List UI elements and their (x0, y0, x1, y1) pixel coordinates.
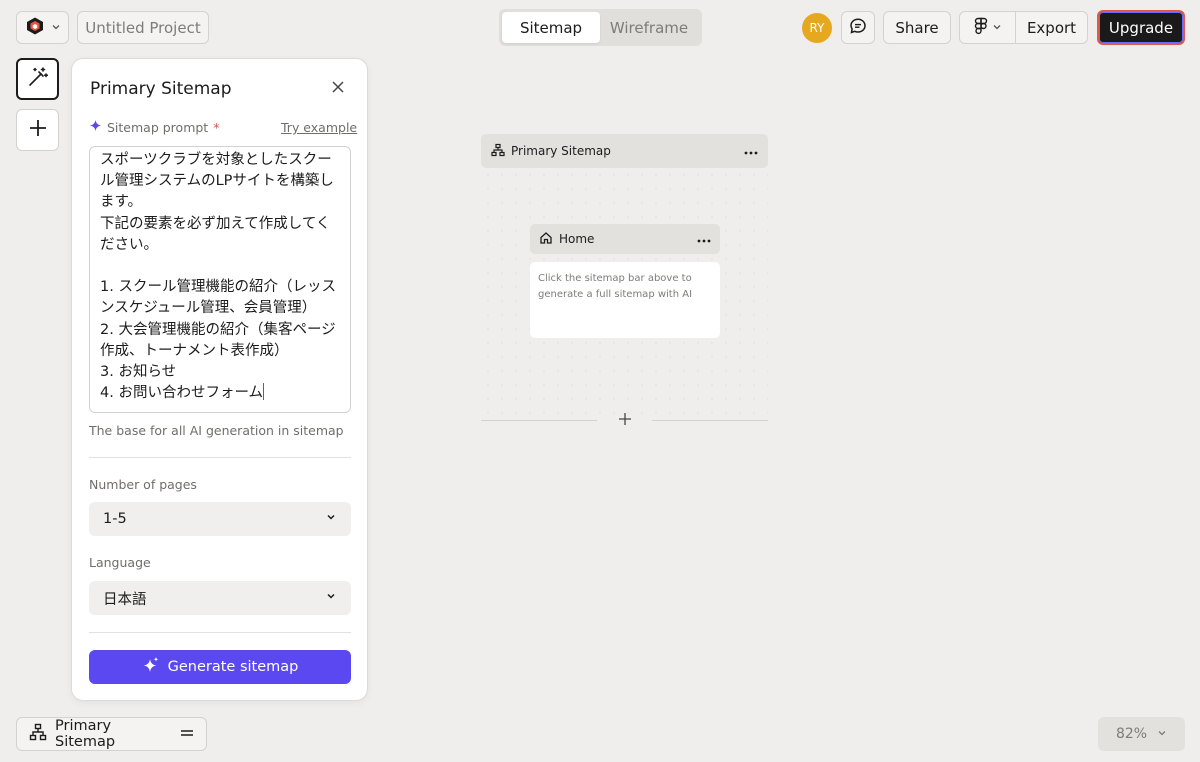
language-select[interactable]: 日本語 (89, 581, 351, 615)
more-icon[interactable] (697, 232, 711, 246)
view-tabs: Sitemap Wireframe (499, 9, 702, 46)
chevron-down-icon (325, 511, 337, 527)
divider (89, 457, 351, 458)
prompt-label: Sitemap prompt (107, 119, 209, 135)
divider (89, 632, 351, 633)
comments-button[interactable] (841, 11, 875, 44)
chevron-down-icon (51, 20, 61, 36)
more-icon[interactable] (744, 144, 758, 158)
language-label: Language (89, 555, 151, 570)
pages-value: 1-5 (103, 511, 127, 527)
home-hint: Click the sitemap bar above to generate … (538, 273, 693, 300)
try-example-link[interactable]: Try example (281, 120, 357, 135)
plus-icon (618, 412, 632, 430)
generate-sitemap-button[interactable]: Generate sitemap (89, 650, 351, 684)
home-icon (539, 231, 553, 248)
figma-button[interactable] (960, 12, 1016, 43)
sparkle-icon (89, 119, 102, 135)
add-tool-button[interactable] (16, 109, 59, 151)
figma-icon (974, 17, 988, 39)
divider (652, 420, 768, 421)
language-value: 日本語 (103, 591, 147, 608)
close-button[interactable] (328, 79, 348, 99)
sitemap-bar[interactable]: Primary Sitemap (481, 134, 768, 168)
add-section-button[interactable] (615, 411, 635, 431)
sitemap-switcher-label: Primary Sitemap (55, 718, 116, 750)
generate-label: Generate sitemap (167, 659, 299, 675)
comment-icon (849, 17, 867, 39)
export-group: Export (959, 11, 1088, 44)
magic-wand-icon (26, 65, 50, 93)
sitemap-panel: Primary Sitemap Sitemap prompt * Try exa… (71, 58, 368, 701)
sitemap-title: Primary Sitemap (511, 144, 611, 158)
tab-wireframe[interactable]: Wireframe (600, 12, 698, 43)
chevron-down-icon (1157, 726, 1167, 742)
required-mark: * (213, 119, 220, 135)
close-icon (331, 80, 345, 98)
home-card-body: Click the sitemap bar above to generate … (530, 262, 720, 338)
project-name: Untitled Project (85, 18, 201, 37)
pages-label: Number of pages (89, 477, 197, 492)
prompt-text: スポーツクラブを対象としたスクール管理システムのLPサイトを構築します。 下記の… (100, 152, 336, 402)
ai-tool-button[interactable] (16, 58, 59, 100)
app-logo-icon (25, 16, 45, 40)
divider (481, 420, 597, 421)
plus-icon (28, 118, 48, 142)
sparkle-icon (142, 656, 160, 678)
panel-title: Primary Sitemap (90, 79, 232, 99)
project-name-button[interactable]: Untitled Project (77, 11, 209, 44)
sitemap-tree-icon (29, 723, 47, 745)
chevron-down-icon (992, 20, 1002, 36)
prompt-label-row: Sitemap prompt * (89, 119, 219, 135)
prompt-hint: The base for all AI generation in sitema… (89, 423, 344, 438)
text-caret (263, 383, 265, 401)
zoom-value: 82% (1115, 726, 1148, 742)
export-button[interactable]: Export (1016, 12, 1087, 43)
home-title: Home (559, 232, 595, 246)
share-button[interactable]: Share (883, 11, 951, 44)
upgrade-button[interactable]: Upgrade (1097, 10, 1185, 45)
user-avatar[interactable]: RY (802, 13, 832, 43)
zoom-select[interactable]: 82% (1098, 717, 1185, 751)
sitemap-switcher[interactable]: Primary Sitemap (16, 717, 207, 751)
app-menu-button[interactable] (16, 11, 69, 44)
menu-icon (180, 726, 194, 742)
chevron-down-icon (325, 590, 337, 606)
pages-select[interactable]: 1-5 (89, 502, 351, 536)
home-page-card[interactable]: Home (530, 224, 720, 254)
tab-sitemap[interactable]: Sitemap (502, 12, 600, 43)
sitemap-tree-icon (491, 143, 505, 160)
sitemap-prompt-input[interactable]: スポーツクラブを対象としたスクール管理システムのLPサイトを構築します。 下記の… (89, 146, 351, 413)
